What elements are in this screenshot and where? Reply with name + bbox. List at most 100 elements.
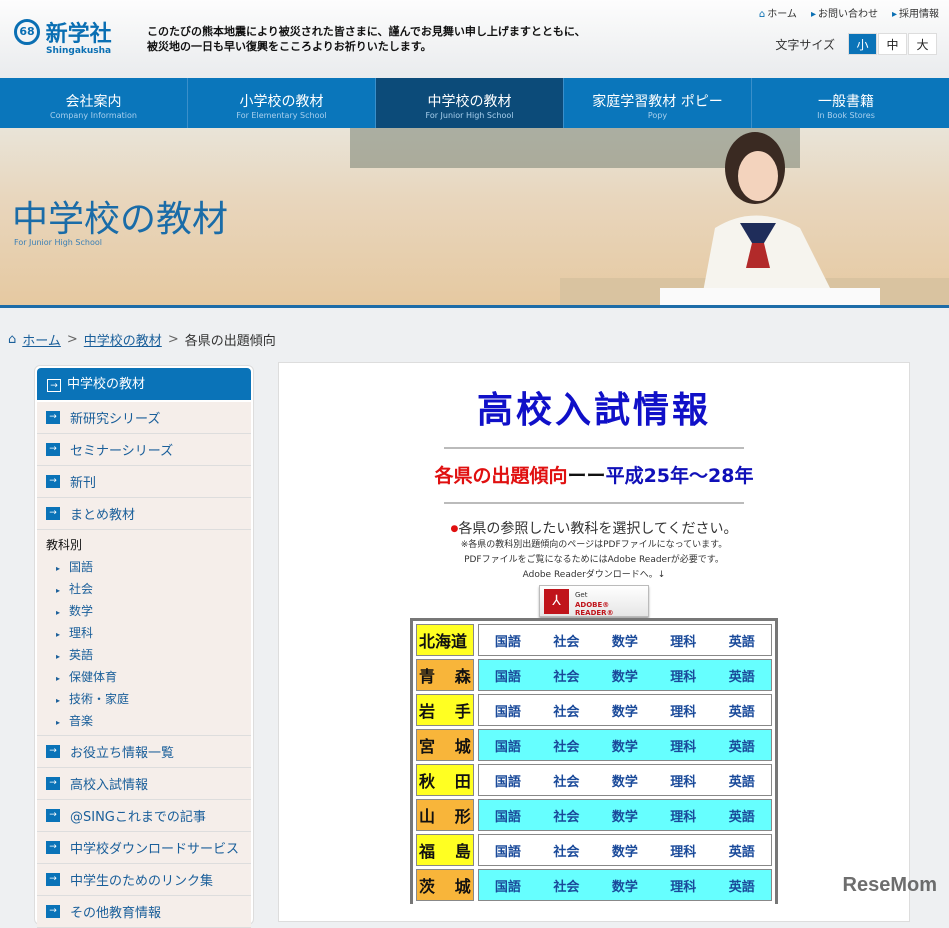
subject-links: 国語 社会 数学 理科 英語 — [477, 659, 772, 691]
nav-books[interactable]: 一般書籍 In Book Stores — [752, 78, 940, 128]
subject-link[interactable]: 理科 — [670, 701, 696, 720]
breadcrumb-junior-high[interactable]: 中学校の教材 — [84, 330, 162, 349]
sidebar-item[interactable]: → その他教育情報 — [37, 896, 251, 928]
subject-links: 国語 社会 数学 理科 英語 — [477, 729, 772, 761]
sidebar-item[interactable]: → 中学校ダウンロードサービス — [37, 832, 251, 864]
subject-link[interactable]: 数学 — [612, 631, 638, 650]
prefecture-row: 山形 国語 社会 数学 理科 英語 — [416, 799, 772, 834]
hero-title: 中学校の教材 — [12, 199, 229, 240]
subject-link[interactable]: 理科 — [670, 736, 696, 755]
subject-link[interactable]: 英語 — [729, 666, 755, 685]
heading-red: 各県の出題傾向 — [434, 465, 568, 487]
subject-link[interactable]: 数学 — [612, 841, 638, 860]
subject-link[interactable]: 社会 — [553, 841, 579, 860]
subject-link[interactable]: 国語 — [495, 701, 521, 720]
prefecture-char: 北海道 — [419, 632, 468, 651]
heading-dash: ーー — [567, 465, 606, 487]
subject-link[interactable]: 英語 — [729, 841, 755, 860]
top-link-home[interactable]: ホーム — [759, 5, 797, 20]
subject-link[interactable]: 英語 — [729, 701, 755, 720]
sidebar-category-link[interactable]: 社会 — [46, 578, 251, 600]
subject-link[interactable]: 英語 — [729, 771, 755, 790]
sidebar-category-link[interactable]: 理科 — [46, 622, 251, 644]
sidebar-item[interactable]: → @SINGこれまでの記事 — [37, 800, 251, 832]
nav-sublabel: For Elementary School — [236, 111, 327, 120]
prefecture-char: 山 — [419, 807, 436, 826]
subject-link[interactable]: 理科 — [670, 806, 696, 825]
sidebar-category-link[interactable]: 国語 — [46, 556, 251, 578]
subject-link[interactable]: 理科 — [670, 771, 696, 790]
subject-link[interactable]: 社会 — [553, 736, 579, 755]
subject-link[interactable]: 社会 — [553, 771, 579, 790]
sidebar-item[interactable]: → 中学生のためのリンク集 — [37, 864, 251, 896]
subject-link[interactable]: 数学 — [612, 876, 638, 895]
sidebar-item[interactable]: → 高校入試情報 — [37, 768, 251, 800]
nav-popy[interactable]: 家庭学習教材 ポピー Popy — [564, 78, 752, 128]
subject-link[interactable]: 数学 — [612, 736, 638, 755]
subject-link[interactable]: 英語 — [729, 736, 755, 755]
font-size-large[interactable]: 大 — [908, 33, 937, 55]
font-size-switcher: 文字サイズ 小 中 大 — [775, 33, 937, 55]
prefecture-char: 城 — [454, 737, 471, 756]
arrow-icon: → — [46, 475, 60, 488]
logo[interactable]: 68 新学社 Shingakusha — [14, 16, 112, 56]
logo-text: 新学社 — [45, 22, 112, 47]
subject-link[interactable]: 社会 — [553, 666, 579, 685]
subject-link[interactable]: 国語 — [495, 631, 521, 650]
sidebar-item[interactable]: → お役立ち情報一覧 — [37, 736, 251, 768]
top-link-contact[interactable]: お問い合わせ — [811, 5, 878, 20]
sidebar-item[interactable]: → セミナーシリーズ — [37, 434, 251, 466]
subject-link[interactable]: 数学 — [612, 701, 638, 720]
divider — [444, 447, 744, 449]
subject-link[interactable]: 国語 — [495, 876, 521, 895]
subject-link[interactable]: 理科 — [670, 631, 696, 650]
font-size-medium[interactable]: 中 — [878, 33, 907, 55]
subject-link[interactable]: 数学 — [612, 771, 638, 790]
subject-link[interactable]: 社会 — [553, 876, 579, 895]
sidebar-category-link[interactable]: 数学 — [46, 600, 251, 622]
prefecture-row: 福島 国語 社会 数学 理科 英語 — [416, 834, 772, 869]
subject-link[interactable]: 理科 — [670, 841, 696, 860]
subject-link[interactable]: 英語 — [729, 806, 755, 825]
site-header: 68 新学社 Shingakusha このたびの熊本地震により被災された皆さまに、… — [0, 0, 949, 78]
prefecture-name: 北海道 — [416, 624, 474, 656]
prefecture-char: 島 — [454, 842, 471, 861]
top-link-recruit[interactable]: 採用情報 — [892, 5, 939, 20]
sidebar-category-link[interactable]: 音楽 — [46, 710, 251, 732]
subject-link[interactable]: 英語 — [729, 631, 755, 650]
prefecture-name: 秋田 — [416, 764, 474, 796]
subject-link[interactable]: 国語 — [495, 806, 521, 825]
subject-link[interactable]: 国語 — [495, 771, 521, 790]
subject-link[interactable]: 社会 — [553, 701, 579, 720]
sidebar-item[interactable]: → まとめ教材 — [37, 498, 251, 530]
logo-en: Shingakusha — [46, 46, 112, 56]
subject-link[interactable]: 数学 — [612, 666, 638, 685]
nav-company[interactable]: 会社案内 Company Information — [0, 78, 188, 128]
arrow-icon: → — [46, 443, 60, 456]
get-adobe-reader-button[interactable]: ⅄ Get ADOBE® READER® — [539, 585, 649, 617]
nav-elementary[interactable]: 小学校の教材 For Elementary School — [188, 78, 376, 128]
subject-link[interactable]: 国語 — [495, 666, 521, 685]
subject-link[interactable]: 社会 — [553, 631, 579, 650]
subject-link[interactable]: 社会 — [553, 806, 579, 825]
nav-label: 小学校の教材 — [239, 94, 324, 110]
sidebar-head[interactable]: → 中学校の教材 — [37, 368, 251, 402]
category-title: 教科別 — [46, 538, 83, 552]
subject-link[interactable]: 国語 — [495, 841, 521, 860]
sidebar-category-link[interactable]: 英語 — [46, 644, 251, 666]
sidebar-category-link[interactable]: 保健体育 — [46, 666, 251, 688]
font-size-small[interactable]: 小 — [848, 33, 877, 55]
breadcrumb-home[interactable]: ホーム — [22, 330, 61, 349]
sidebar-item[interactable]: → 新研究シリーズ — [37, 402, 251, 434]
sidebar-item[interactable]: → 新刊 — [37, 466, 251, 498]
subject-link[interactable]: 数学 — [612, 806, 638, 825]
nav-junior-high[interactable]: 中学校の教材 For Junior High School — [376, 78, 564, 128]
subject-link[interactable]: 英語 — [729, 876, 755, 895]
subject-link[interactable]: 国語 — [495, 736, 521, 755]
prefecture-char: 田 — [454, 772, 471, 791]
sidebar-category-link[interactable]: 技術・家庭 — [46, 688, 251, 710]
subject-link[interactable]: 理科 — [670, 666, 696, 685]
subject-links: 国語 社会 数学 理科 英語 — [477, 799, 772, 831]
prefecture-row: 宮城 国語 社会 数学 理科 英語 — [416, 729, 772, 764]
subject-link[interactable]: 理科 — [670, 876, 696, 895]
